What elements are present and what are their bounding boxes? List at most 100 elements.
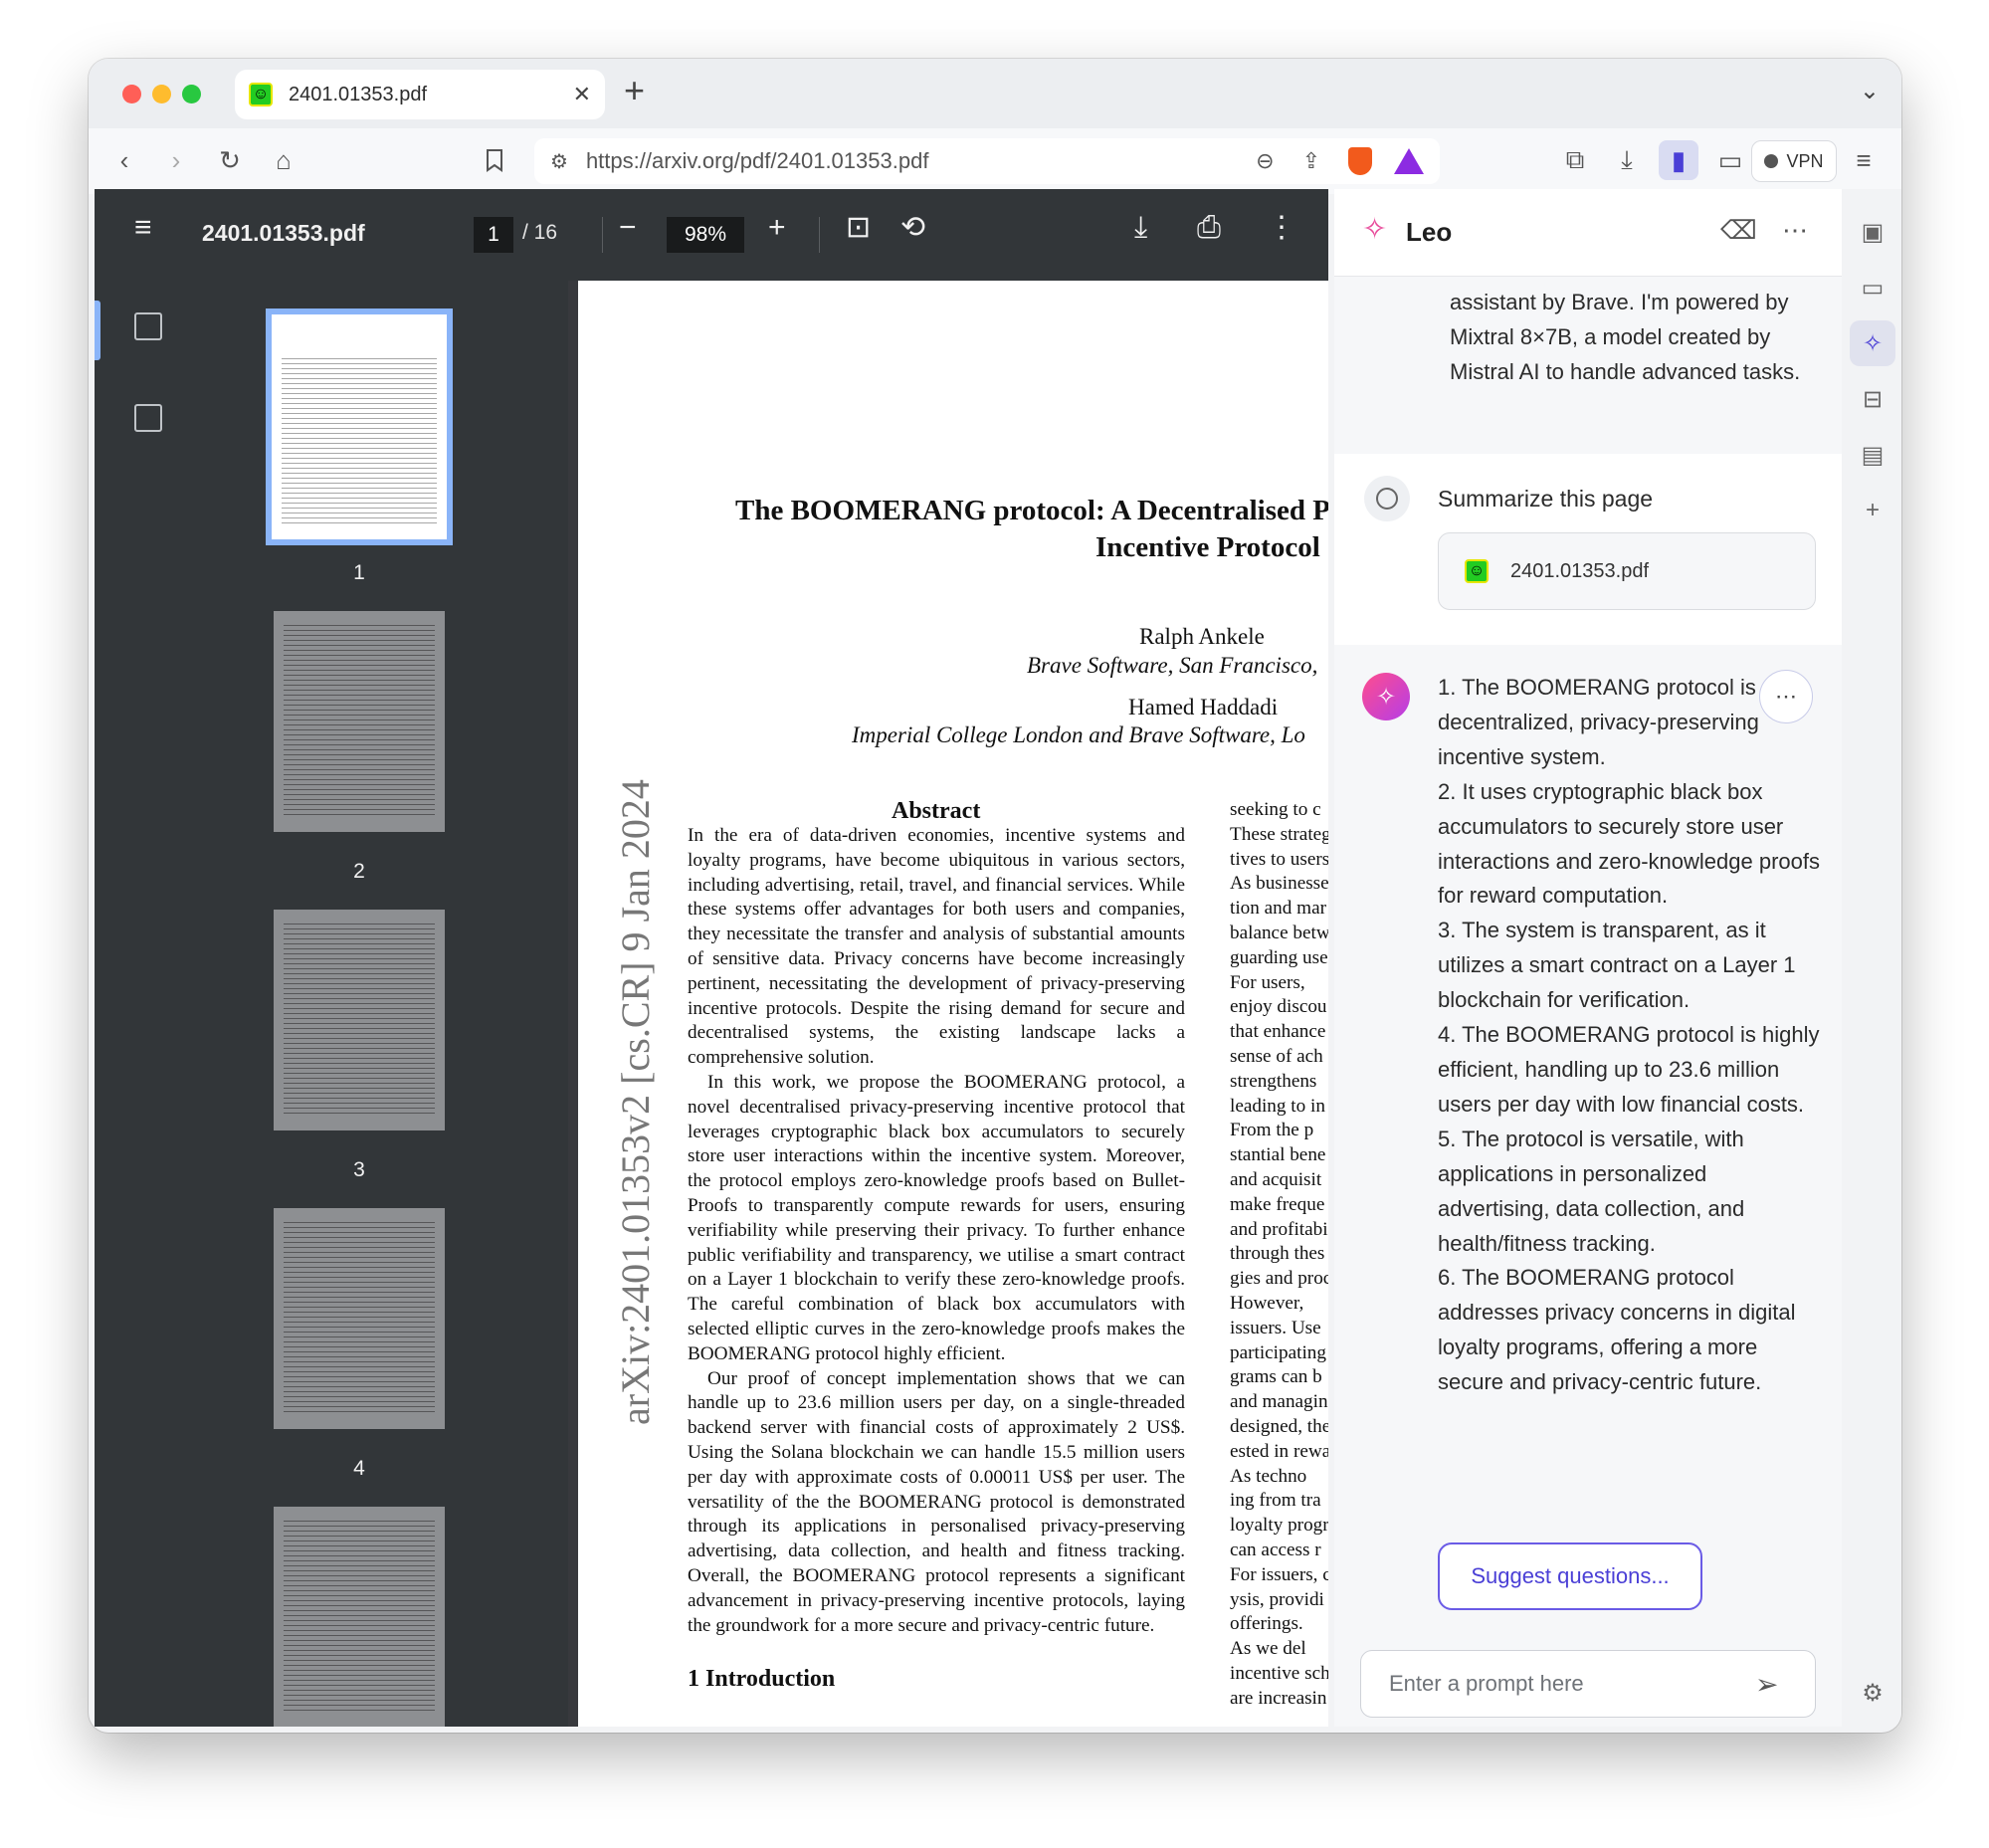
thumbnail-label: 2 <box>353 860 365 883</box>
vpn-status-icon <box>1764 154 1779 168</box>
address-bar[interactable]: ⚙ https://arxiv.org/pdf/2401.01353.pdf ⊖… <box>534 138 1440 184</box>
close-window-button[interactable] <box>122 85 141 103</box>
print-button[interactable]: ⎙ <box>1197 213 1221 243</box>
abstract-paragraph: Our proof of concept implementation show… <box>688 1367 1185 1636</box>
user-message-block: Summarize this page ☺ 2401.01353.pdf <box>1334 454 1842 645</box>
paper-title-line1: The BOOMERANG protocol: A Decentralised … <box>735 495 1328 526</box>
outline-view-icon[interactable] <box>134 404 162 432</box>
second-column-line: As businesse <box>1230 873 1328 895</box>
second-column-line: For users, <box>1230 971 1305 993</box>
second-column-line: tion and mar <box>1230 898 1326 920</box>
tab-title: 2401.01353.pdf <box>289 83 428 105</box>
close-tab-icon[interactable]: ✕ <box>573 82 591 107</box>
second-column-line: strengthens <box>1230 1070 1317 1092</box>
second-column-line: As techno <box>1230 1465 1307 1487</box>
page-thumbnail[interactable] <box>274 1208 445 1429</box>
paper-title-line2: Incentive Protocol <box>1095 531 1320 563</box>
second-column-line: through thes <box>1230 1243 1325 1265</box>
second-column-line: As we del <box>1230 1638 1306 1660</box>
extensions-icon[interactable]: ⧉ <box>1555 140 1595 180</box>
back-button[interactable]: ‹ <box>104 140 144 180</box>
eraser-icon[interactable]: ⌫ <box>1720 217 1757 243</box>
zoom-out-button[interactable]: − <box>619 213 637 243</box>
new-tab-button[interactable]: + <box>624 73 645 108</box>
leo-title: Leo <box>1406 217 1453 247</box>
second-column-line: make freque <box>1230 1193 1325 1215</box>
vpn-button[interactable]: VPN <box>1751 140 1837 182</box>
second-column-line: can access r <box>1230 1539 1321 1560</box>
second-column-line: However, <box>1230 1292 1304 1314</box>
chevron-down-icon[interactable]: ⌄ <box>1860 77 1880 105</box>
reply-item: 3. The system is transparent, as it util… <box>1438 918 1796 1013</box>
attachment-name: 2401.01353.pdf <box>1510 559 1650 582</box>
rotate-button[interactable]: ⟲ <box>900 213 925 243</box>
prompt-input[interactable] <box>1387 1670 1755 1698</box>
add-icon[interactable]: + <box>1850 488 1895 533</box>
second-column-line: enjoy discou <box>1230 996 1327 1018</box>
second-column-line: and acquisit <box>1230 1168 1322 1190</box>
sidebar-menu-icon[interactable]: ≡ <box>134 213 152 243</box>
reload-button[interactable]: ↻ <box>210 140 250 180</box>
leo-star-icon[interactable]: ✧ <box>1850 320 1895 366</box>
menu-icon[interactable]: ≡ <box>1844 140 1884 180</box>
reply-item: 4. The BOOMERANG protocol is highly effi… <box>1438 1022 1820 1117</box>
leo-panel: ✧ Leo ⌫ ⋯ assistant by Brave. I'm powere… <box>1334 189 1842 1727</box>
share-icon[interactable]: ⇪ <box>1302 148 1320 174</box>
second-column-line: leading to in <box>1230 1095 1325 1117</box>
zoom-out-icon[interactable]: ⊖ <box>1256 148 1274 174</box>
more-options-icon[interactable]: ⋯ <box>1782 217 1808 243</box>
tab-active[interactable]: ☺ 2401.01353.pdf ✕ <box>235 70 605 119</box>
downloads-icon[interactable]: ⤓ <box>1607 140 1647 180</box>
second-column-line: ing from tra <box>1230 1490 1321 1512</box>
zoom-input[interactable]: 98% <box>667 217 744 253</box>
tab-strip: ☺ 2401.01353.pdf ✕ + ⌄ <box>89 59 1901 128</box>
maximize-window-button[interactable] <box>182 85 201 103</box>
wallet-icon[interactable]: ▭ <box>1850 265 1895 310</box>
thumbnail-view-icon[interactable] <box>134 312 162 340</box>
attachment-chip[interactable]: ☺ 2401.01353.pdf <box>1438 532 1816 610</box>
send-icon[interactable]: ➢ <box>1755 1668 1799 1701</box>
forward-button[interactable]: › <box>156 140 196 180</box>
gear-icon[interactable]: ⚙ <box>1850 1670 1895 1716</box>
reply-more-options-button[interactable]: ⋯ <box>1759 670 1813 723</box>
page-thumbnail[interactable] <box>274 611 445 832</box>
download-button[interactable]: ⤓ <box>1134 213 1147 243</box>
second-column-text: seeking to c These strateg tives to users A… <box>1230 798 1328 1711</box>
second-column-line: offerings. <box>1230 1613 1303 1635</box>
page-number-input[interactable]: 1 <box>474 217 513 253</box>
second-column-line: ysis, providi <box>1230 1588 1324 1610</box>
second-column-line: that enhance <box>1230 1021 1326 1043</box>
page-total: / 16 <box>522 221 558 244</box>
bookmarks-icon[interactable]: ⊟ <box>1850 376 1895 422</box>
more-options-icon[interactable]: ⋮ <box>1267 213 1296 243</box>
assistant-reply: 1. The BOOMERANG protocol is a decentral… <box>1438 671 1821 1400</box>
second-column-line: These strateg <box>1230 823 1328 845</box>
sidebar-toggle-button[interactable]: ▮ <box>1659 140 1698 180</box>
pdf-viewer: ≡ 2401.01353.pdf 1 / 16 − 98% + ⊡ ⟲ ⤓ ⎙ … <box>95 189 1328 1727</box>
second-column-line: stantial bene <box>1230 1144 1326 1166</box>
pdf-file-name: 2401.01353.pdf <box>202 220 365 246</box>
url-text[interactable]: https://arxiv.org/pdf/2401.01353.pdf <box>586 148 1256 174</box>
brave-rewards-icon[interactable] <box>1394 148 1424 174</box>
brave-shields-icon[interactable] <box>1348 147 1372 175</box>
site-settings-icon[interactable]: ⚙ <box>550 149 568 174</box>
user-avatar-icon <box>1364 476 1410 521</box>
suggest-questions-button[interactable]: Suggest questions... <box>1438 1542 1702 1610</box>
bookmark-button[interactable] <box>475 140 514 180</box>
divider <box>819 217 820 253</box>
pdf-toolbar: ≡ 2401.01353.pdf 1 / 16 − 98% + ⊡ ⟲ ⤓ ⎙ … <box>95 189 1328 281</box>
media-icon[interactable]: ▣ <box>1850 209 1895 255</box>
page-thumbnail[interactable] <box>274 1507 445 1727</box>
page-thumbnail[interactable] <box>266 308 453 545</box>
home-button[interactable]: ⌂ <box>264 140 303 180</box>
zoom-in-button[interactable]: + <box>768 213 786 243</box>
wallet-icon[interactable]: ▭ <box>1710 140 1750 180</box>
second-column-line: ested in rewa <box>1230 1440 1328 1462</box>
fit-page-button[interactable]: ⊡ <box>846 213 871 243</box>
introduction-heading: 1 Introduction <box>688 1666 836 1692</box>
page-thumbnail[interactable] <box>274 910 445 1130</box>
minimize-window-button[interactable] <box>152 85 171 103</box>
reading-list-icon[interactable]: ▤ <box>1850 432 1895 478</box>
second-column-line: incentive sch <box>1230 1662 1328 1684</box>
second-column-line: From the p <box>1230 1120 1314 1141</box>
